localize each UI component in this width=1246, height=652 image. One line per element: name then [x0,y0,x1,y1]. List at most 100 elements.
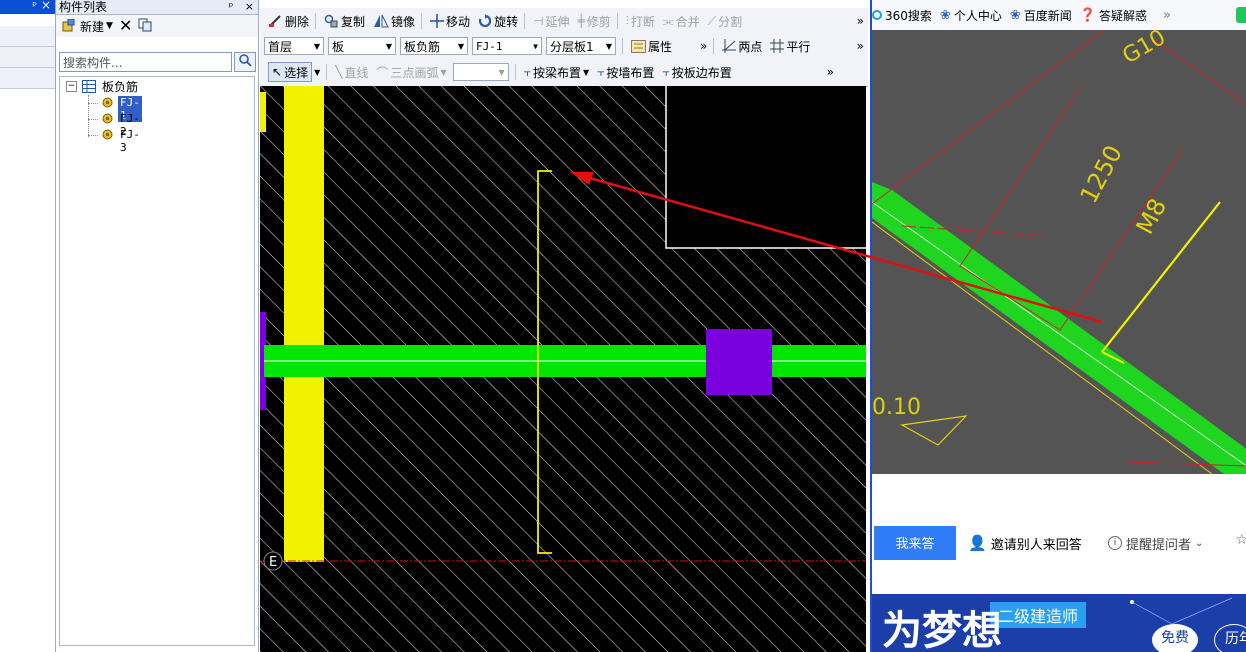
left-panel-row[interactable] [0,26,55,47]
floor-select[interactable]: 首层 ▼ [264,37,324,55]
toolbar-overflow-button[interactable]: » [857,39,864,53]
tree-root-label[interactable]: 板负筋 [102,80,138,94]
photo-label-g10: G10 [1119,30,1171,69]
component-selector-row: 首层 ▼ 板 ▼ 板负筋 ▼ FJ-1 ▼ 分层板1 ▼ 属性 » 两点 平行 » [260,33,868,59]
edit-toolbar-row: 删除 复制 镜像 移动 旋转 ⊣ 延伸 ╪ 修剪 ⫶ 打断 ⫘ 合并 ⟋ 分割 … [260,8,868,34]
tree-root-icon [82,80,96,96]
rotate-button[interactable]: 旋转 [478,13,518,30]
ad-banner[interactable]: 二级建造师 为梦想 免费 历年 [872,594,1246,652]
share-icon[interactable]: ☆ [1235,532,1246,548]
properties-button[interactable]: 属性 [631,38,672,55]
bookmark-personal-center[interactable]: ❀ 个人中心 [940,7,1002,24]
dropdown-arrow-icon: ▼ [106,21,113,31]
toolbar-overflow-button[interactable]: » [700,39,707,53]
cad-drawing-canvas[interactable]: E [260,86,866,652]
remind-asker-link[interactable]: i 提醒提问者 ⌄ [1108,526,1203,560]
pin-icon[interactable]: ᵖ [32,0,37,12]
bookmark-baidu-news[interactable]: ❀ 百度新闻 [1010,7,1072,24]
new-component-button[interactable]: 新建 ▼ [62,18,113,35]
left-panel-row[interactable] [0,47,55,68]
parallel-icon [770,39,785,53]
toolbar-separator [421,13,423,29]
dropdown-arrow-icon[interactable]: ▼ [314,68,320,77]
component-toolbar: 新建 ▼ ✕ [56,15,258,37]
photo-label-elevation: 0.10 [872,395,921,420]
merge-button[interactable]: ⫘ 合并 [663,13,700,30]
panel-title: 构件列表 [59,0,108,14]
move-button[interactable]: 移动 [430,13,470,30]
left-panel-row[interactable] [0,68,55,89]
chevron-down-icon: ⌄ [1195,537,1204,549]
cad-drawing: E [260,86,866,652]
copy-button[interactable]: 复制 [324,13,365,30]
close-icon[interactable]: × [245,0,254,13]
trim-icon: ╪ [577,14,585,28]
arc-option-select[interactable]: ▼ [452,63,509,81]
parallel-button[interactable]: 平行 [770,38,810,55]
banner-slogan: 为梦想 [882,608,1002,652]
baidu-paw-icon: ❀ [1009,7,1021,23]
toolbar-separator [514,64,516,80]
place-by-beam-button[interactable]: ⫟ 按梁布置 ▼ [524,64,589,81]
toolbar-overflow-button[interactable]: » [827,65,834,79]
toolbar-separator [622,38,623,54]
delete-component-icon[interactable]: ✕ [119,18,132,34]
component-list-titlebar: 构件列表 ᵖ × [56,0,258,15]
category-select[interactable]: 板 ▼ [328,37,396,55]
photo-elevation-triangle [900,415,968,446]
purple-column [706,329,772,395]
rebar-icon [102,97,113,111]
dropdown-arrow-icon: ▼ [385,41,392,51]
close-icon[interactable]: × [41,0,51,12]
extend-button[interactable]: ⊣ 延伸 [533,13,569,30]
beam-layout-icon: ⫟ [523,64,531,79]
layer-select[interactable]: 分层板1 ▼ [546,37,616,55]
invite-others-link[interactable]: 👤 邀请别人来回答 [968,526,1082,560]
place-by-wall-button[interactable]: ⫟ 按墙布置 [597,64,654,81]
tree-expand-toggle[interactable]: − [66,81,77,92]
merge-icon: ⫘ [662,13,674,28]
dropdown-arrow-icon: ▼ [582,67,590,77]
line-button[interactable]: ╲ 直线 [335,64,368,81]
toolbar-overflow-button[interactable]: » [857,14,864,28]
rebar-icon [102,113,113,127]
dropdown-arrow-icon: ▼ [457,41,464,51]
answer-button[interactable]: 我来答 [874,526,956,560]
dropdown-arrow-icon: ▼ [533,41,538,51]
two-points-button[interactable]: 两点 [722,38,762,55]
bookmark-qa[interactable]: ❓ 答疑解惑 [1080,7,1147,24]
delete-button[interactable]: 删除 [268,13,309,30]
photo-label-m8: M8 [1131,194,1173,239]
component-select[interactable]: FJ-1 ▼ [472,37,542,55]
component-search-input[interactable]: 搜索构件... [59,52,232,72]
arc-icon: ⌒ [376,65,389,80]
baidu-paw-icon: ❀ [939,7,951,23]
pointer-icon: ↖ [272,65,283,79]
three-point-arc-button[interactable]: ⌒ 三点画弧 ▼ [376,64,446,81]
place-by-slab-edge-button[interactable]: ⫟ 按板边布置 [662,64,731,81]
new-component-icon [62,19,75,32]
tree-connector [88,95,89,137]
split-button[interactable]: ⟋ 分割 [708,13,742,30]
mirror-icon [374,14,389,28]
qa-bulb-icon: ❓ [1079,7,1096,23]
opening-region [665,86,866,249]
copy-component-icon[interactable] [138,18,153,35]
break-icon: ⫶ [625,13,629,28]
search-icon[interactable] [234,52,256,72]
mirror-button[interactable]: 镜像 [373,13,415,30]
break-button[interactable]: ⫶ 打断 [626,13,655,30]
bookmarks-overflow-button[interactable]: » [1163,8,1171,23]
component-list-panel: 构件列表 ᵖ × 新建 ▼ ✕ 搜索构件... − 板负筋 FJ-1 FJ-2 … [56,0,259,652]
line-icon: ╲ [335,65,343,79]
photo-red-line [872,30,1105,205]
question-image[interactable]: G10 1250 M8 0.10 [872,30,1246,474]
type-select[interactable]: 板负筋 ▼ [400,37,468,55]
properties-icon [631,39,646,53]
pin-icon[interactable]: ᵖ [229,0,234,13]
select-button[interactable]: ↖ 选择 [268,62,313,82]
toolbar-separator [616,13,618,29]
trim-button[interactable]: ╪ 修剪 [578,13,611,30]
bookmark-360-search[interactable]: 360搜索 [872,7,932,24]
browser-extension-icon[interactable] [1236,7,1246,23]
